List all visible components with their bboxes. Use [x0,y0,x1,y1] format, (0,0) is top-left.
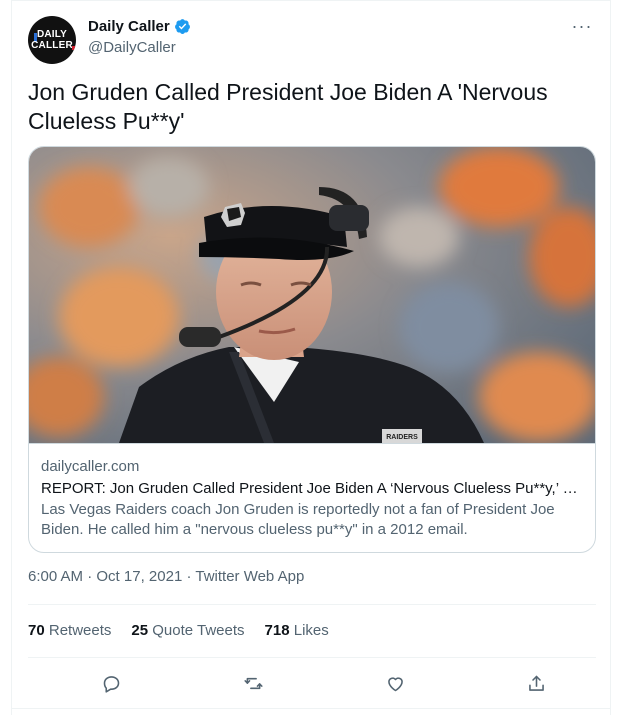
engagement-stats: 70 Retweets 25 Quote Tweets 718 Likes [28,622,329,639]
tweet-source[interactable]: Twitter Web App [195,568,304,585]
card-photo: RAIDERS [29,147,595,443]
card-title: REPORT: Jon Gruden Called President Joe … [41,480,585,497]
card-body: dailycaller.com REPORT: Jon Gruden Calle… [41,457,585,540]
card-divider [29,443,595,444]
likes-label: Likes [289,622,329,639]
likes-stat[interactable]: 718 Likes [265,622,329,639]
tweet-meta: 6:00 AM · Oct 17, 2021 · Twitter Web App [28,568,304,585]
account-handle[interactable]: @DailyCaller [88,39,176,56]
share-icon[interactable] [523,670,549,696]
avatar-text-line1: DAILY [36,29,68,40]
meta-separator-2: · [182,568,196,585]
top-divider [12,0,610,1]
quotes-label: Quote Tweets [148,622,245,639]
display-name[interactable]: Daily Caller [88,18,170,35]
likes-count: 718 [264,622,290,639]
more-icon[interactable]: ··· [568,16,596,40]
meta-divider [28,604,596,605]
avatar[interactable]: DAILY CALLER [28,16,76,64]
meta-separator: · [83,568,97,585]
retweets-label: Retweets [44,622,112,639]
action-bar [28,670,596,696]
quotes-stat[interactable]: 25 Quote Tweets [131,622,244,639]
tweet-detail: DAILY CALLER Daily Caller @DailyCaller ·… [11,0,611,715]
retweets-count: 70 [28,622,45,639]
card-description: Las Vegas Raiders coach Jon Gruden is re… [41,501,555,538]
retweets-stat[interactable]: 70 Retweets [28,622,111,639]
tweet-header: DAILY CALLER Daily Caller @DailyCaller ·… [28,14,596,66]
card-image[interactable]: RAIDERS [29,147,595,443]
reply-icon[interactable] [98,670,124,696]
stats-divider [28,657,596,658]
bottom-divider [12,708,610,709]
retweet-icon[interactable] [240,670,266,696]
avatar-text-line2: CALLER [31,40,76,51]
link-card[interactable]: RAIDERS dailycaller.com REPORT: Jon Grud… [28,146,596,553]
card-domain: dailycaller.com [41,458,140,475]
verified-badge-icon [174,19,190,34]
like-icon[interactable] [382,670,408,696]
quotes-count: 25 [131,622,149,639]
tweet-time[interactable]: 6:00 AM [28,568,83,585]
tweet-date[interactable]: Oct 17, 2021 [96,568,182,585]
name-row: Daily Caller [88,18,191,35]
tweet-text: Jon Gruden Called President Joe Biden A … [28,79,548,134]
jacket-logo-text: RAIDERS [386,434,418,441]
